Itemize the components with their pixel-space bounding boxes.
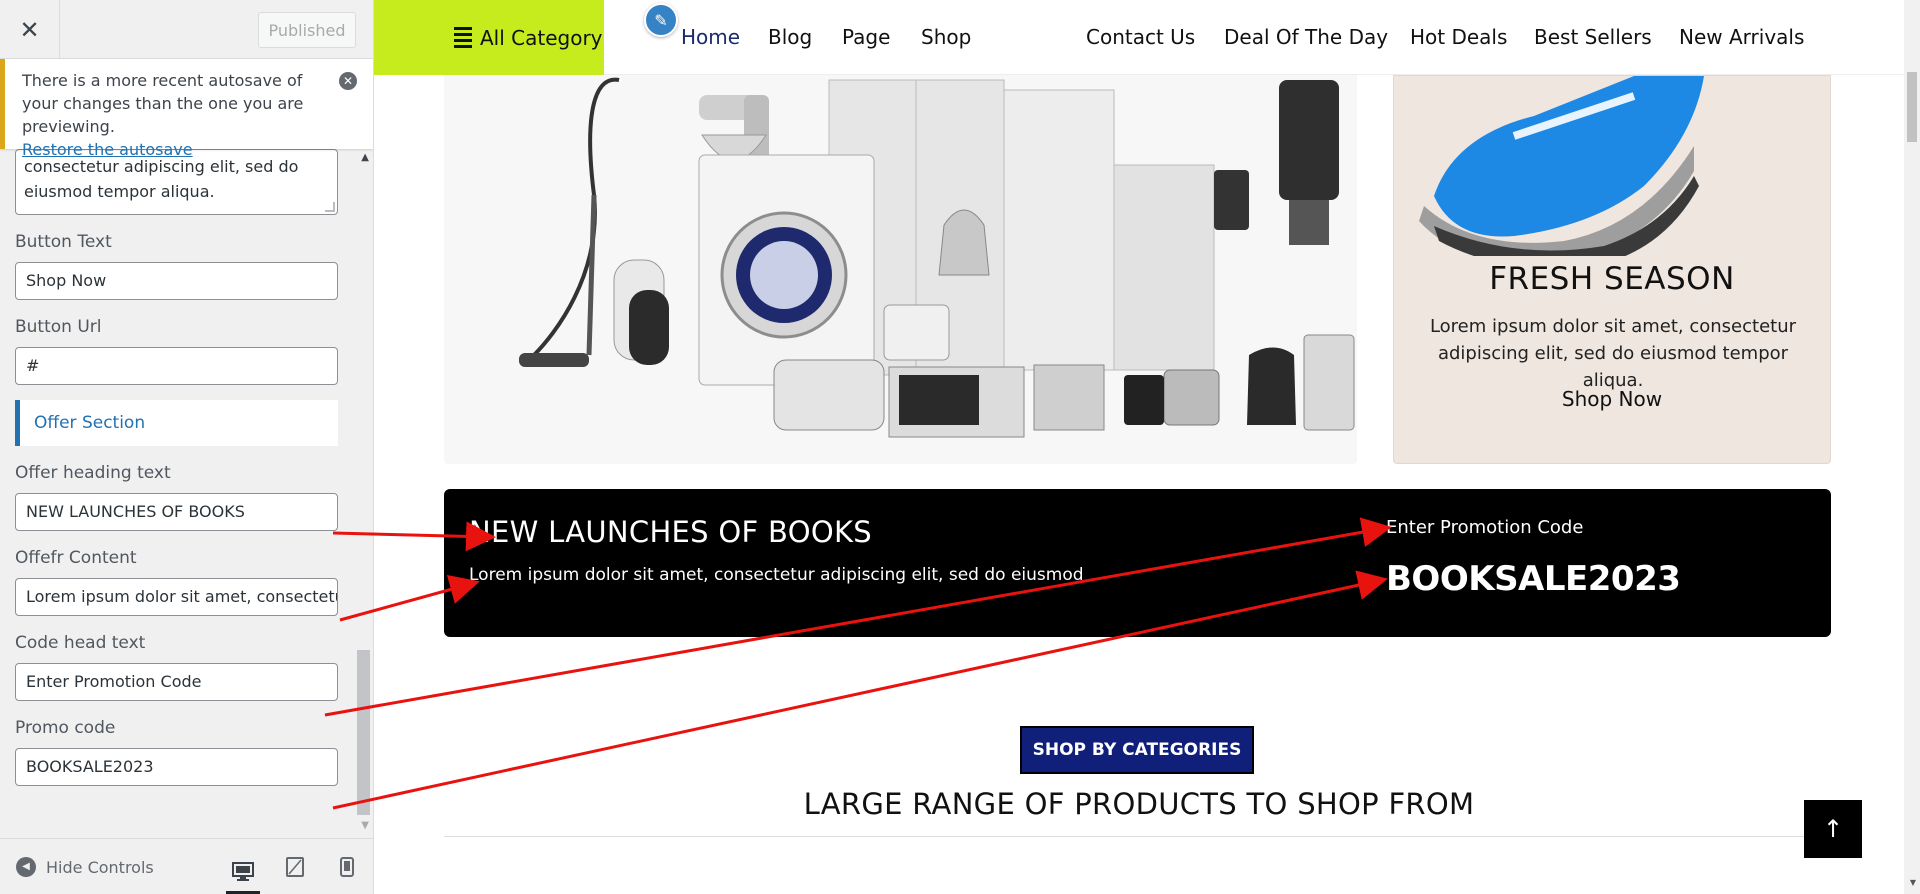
appliances-image [519,77,1355,438]
all-category-label: All Category [480,25,603,50]
customizer-header: ✕ Published [0,0,373,59]
all-category-button[interactable]: All Category [374,0,604,75]
button-text-input[interactable]: Shop Now [15,262,338,300]
main-navigation: All Category ✎ Home Blog Page Shop Conta… [374,0,1904,75]
fresh-season-shop-now-button[interactable]: Shop Now [1394,387,1830,411]
offer-content: Lorem ipsum dolor sit amet, consectetur … [469,565,1084,585]
nav-home[interactable]: Home [681,25,740,49]
content-textarea-value: consectetur adipiscing elit, sed do eius… [24,157,299,201]
offer-heading: NEW LAUNCHES OF BOOKS [469,515,872,549]
tablet-preview-icon[interactable] [278,852,312,882]
sneaker-image [1419,76,1704,256]
edit-pencil-icon[interactable]: ✎ [644,3,678,37]
promo-code-input[interactable]: BOOKSALE2023 [15,748,338,786]
offer-section-header[interactable]: Offer Section [15,400,338,446]
close-icon[interactable]: ✕ [0,0,60,59]
nav-page[interactable]: Page [842,25,890,49]
offer-heading-label: Offer heading text [15,463,171,483]
nav-blog[interactable]: Blog [768,25,812,49]
preview-scroll-down-icon[interactable]: ▼ [1910,878,1916,887]
code-head-input[interactable]: Enter Promotion Code [15,663,338,701]
resize-grip-icon[interactable] [325,202,335,212]
promo-code: BOOKSALE2023 [1386,559,1681,599]
nav-shop[interactable]: Shop [921,25,971,49]
dismiss-notice-icon[interactable]: ✕ [339,72,357,90]
promotion-code-heading: Enter Promotion Code [1386,517,1584,538]
section-divider [444,836,1831,837]
offer-heading-input[interactable]: NEW LAUNCHES OF BOOKS [15,493,338,531]
button-url-input[interactable]: # [15,347,338,385]
customizer-scroll-thumb[interactable] [357,650,370,815]
customizer-controls: consectetur adipiscing elit, sed do eius… [0,149,355,829]
desktop-preview-icon[interactable] [226,852,260,894]
nav-deal-of-the-day[interactable]: Deal Of The Day [1224,25,1388,49]
nav-hot-deals[interactable]: Hot Deals [1410,25,1507,49]
hide-controls-button[interactable]: ◀ Hide Controls [16,857,154,877]
customizer-panel: ✕ Published There is a more recent autos… [0,0,374,894]
back-to-top-button[interactable]: ↑ [1804,800,1862,858]
preview-scroll-thumb[interactable] [1907,72,1917,142]
button-url-label: Button Url [15,317,102,337]
autosave-notice: There is a more recent autosave of your … [0,59,373,159]
offer-content-label: Offefr Content [15,548,137,568]
fresh-season-title: FRESH SEASON [1489,261,1735,297]
nav-contact-us[interactable]: Contact Us [1086,25,1195,49]
button-text-label: Button Text [15,232,112,252]
appliances-banner [444,75,1357,464]
hide-controls-label: Hide Controls [46,857,154,877]
restore-autosave-link[interactable]: Restore the autosave [22,138,333,161]
collapse-arrow-icon: ◀ [16,857,36,877]
nav-new-arrivals[interactable]: New Arrivals [1679,25,1804,49]
fresh-season-text: Lorem ipsum dolor sit amet, consectetur … [1429,316,1797,391]
arrow-up-icon: ↑ [1822,815,1844,843]
hamburger-icon [454,27,472,48]
customizer-footer: ◀ Hide Controls [0,838,373,894]
publish-button[interactable]: Published [258,12,356,48]
nav-best-sellers[interactable]: Best Sellers [1534,25,1652,49]
promo-code-label: Promo code [15,718,116,738]
code-head-label: Code head text [15,633,146,653]
mobile-preview-icon[interactable] [330,852,364,882]
scroll-down-arrow-icon[interactable]: ▼ [361,820,369,831]
categories-heading: LARGE RANGE OF PRODUCTS TO SHOP FROM [803,787,1475,821]
fresh-season-card: FRESH SEASON Lorem ipsum dolor sit amet,… [1393,75,1831,464]
shop-by-categories-button[interactable]: SHOP BY CATEGORIES [1020,726,1254,774]
site-preview: All Category ✎ Home Blog Page Shop Conta… [374,0,1920,894]
offer-content-input[interactable]: Lorem ipsum dolor sit amet, consectetur … [15,578,338,616]
scroll-up-arrow-icon[interactable]: ▲ [361,152,369,163]
offer-banner: NEW LAUNCHES OF BOOKS Lorem ipsum dolor … [444,489,1831,637]
autosave-notice-text: There is a more recent autosave of your … [22,71,304,136]
